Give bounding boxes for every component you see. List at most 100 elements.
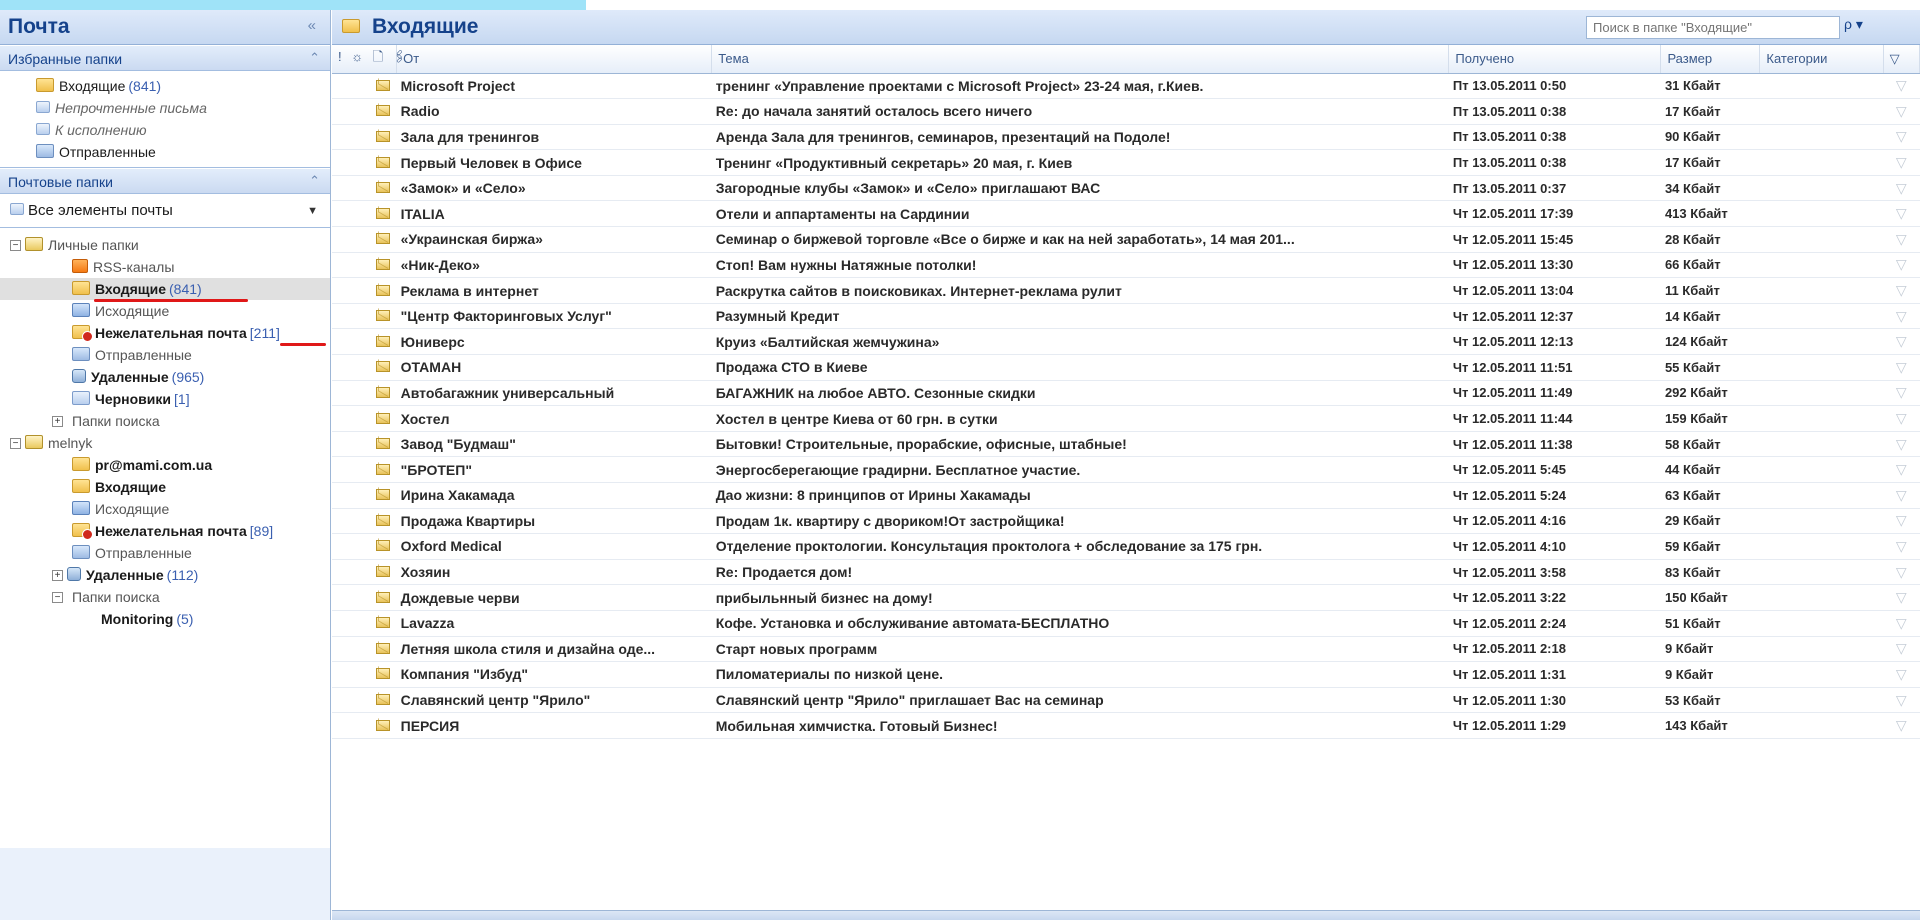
mail-folders-header[interactable]: Почтовые папки ⌃ <box>0 168 330 194</box>
collapse-icon[interactable]: − <box>52 591 63 603</box>
folder-tree-item[interactable]: Нежелательная почта [89] <box>0 520 330 542</box>
flag-icon[interactable]: ▽ <box>1883 200 1920 228</box>
message-row[interactable]: «Украинская биржа» Семинар о биржевой тор… <box>332 226 1920 253</box>
column-header-categories[interactable]: Категории <box>1759 45 1884 74</box>
message-row[interactable]: Первый Человек в Офисе Тренинг «Продуктив… <box>332 149 1920 176</box>
message-categories[interactable] <box>1759 405 1884 432</box>
flag-icon[interactable]: ▽ <box>1883 73 1920 100</box>
folder-tree-item[interactable]: RSS-каналы <box>0 256 330 278</box>
folder-tree-item[interactable]: Отправленные <box>0 344 330 366</box>
message-row[interactable]: Дождевые черви прибыльнный бизнес на дому… <box>332 584 1920 611</box>
folder-tree-item[interactable]: Входящие (841) <box>0 278 330 302</box>
message-row[interactable]: "БРОТЕП" Энергосберегающие градирни. Бесп… <box>332 456 1920 483</box>
message-row[interactable]: Oxford Medical Отделение проктологии. Кон… <box>332 533 1920 560</box>
message-row[interactable]: Radio Re: до начала занятий осталось всег… <box>332 98 1920 125</box>
message-categories[interactable] <box>1759 559 1884 586</box>
folder-tree-item[interactable]: Входящие <box>0 476 330 498</box>
favorite-item[interactable]: К исполнению <box>0 119 330 141</box>
folder-tree-item[interactable]: + Папки поиска <box>0 410 1508 439</box>
mail-folders-collapse-icon[interactable]: ⌃ <box>309 173 320 189</box>
favorite-item[interactable]: Непрочтенные письма <box>0 97 330 119</box>
message-row[interactable]: ПЕРСИЯ Мобильная химчистка. Готовый Бизне… <box>332 712 1920 739</box>
expand-icon[interactable]: + <box>52 415 63 427</box>
flag-icon[interactable]: ▽ <box>1883 610 1920 637</box>
favorites-collapse-icon[interactable]: ⌃ <box>309 50 320 66</box>
collapse-nav-button[interactable]: « <box>308 17 316 34</box>
reading-pane-divider[interactable] <box>332 910 1920 920</box>
message-row[interactable]: Реклама в интернет Раскрутка сайтов в пои… <box>332 277 1920 304</box>
message-categories[interactable] <box>1759 226 1884 253</box>
message-row[interactable]: Хостел Хостел в центре Киева от 60 грн. в… <box>332 405 1920 432</box>
collapse-icon[interactable]: − <box>10 239 21 251</box>
message-categories[interactable] <box>1759 175 1884 202</box>
message-row[interactable]: "Центр Факторинговых Услуг" Разумный Кред… <box>332 303 1920 330</box>
message-row[interactable]: ОТАМАН Продажа СТО в Киеве Чт 12.05.2011 1… <box>332 354 1920 381</box>
folder-tree-item[interactable]: − Личные папки <box>0 234 330 256</box>
search-button[interactable]: ρ ▾ <box>1844 16 1888 39</box>
column-header-from[interactable]: От <box>396 45 713 74</box>
folder-tree-item[interactable]: Нежелательная почта [211] <box>0 322 330 346</box>
folder-tree-item[interactable]: Отправленные <box>0 542 330 564</box>
flag-icon[interactable]: ▽ <box>1883 559 1920 586</box>
message-row[interactable]: Летняя школа стиля и дизайна оде... Старт… <box>332 636 1920 663</box>
flag-icon[interactable]: ▽ <box>1883 354 1920 381</box>
message-categories[interactable] <box>1759 610 1884 637</box>
message-row[interactable]: Автобагажник универсальный БАГАЖНИК на лю… <box>332 380 1920 407</box>
folder-tree-item[interactable]: Удаленные (965) <box>0 366 330 388</box>
flag-icon[interactable]: ▽ <box>1883 636 1920 663</box>
folder-tree-item[interactable]: − melnyk <box>0 432 330 454</box>
column-header-icons[interactable]: ! ☼ 🗋 🖇 <box>332 45 406 74</box>
message-row[interactable]: Компания "Избуд" Пиломатериалы по низкой … <box>332 661 1920 688</box>
flag-icon[interactable]: ▽ <box>1883 431 1920 458</box>
column-header-received[interactable]: Получено <box>1448 45 1662 74</box>
message-categories[interactable] <box>1759 636 1884 663</box>
message-categories[interactable] <box>1759 533 1884 560</box>
flag-icon[interactable]: ▽ <box>1883 584 1920 611</box>
flag-icon[interactable]: ▽ <box>1883 712 1920 739</box>
folder-tree-item[interactable]: Исходящие <box>0 300 330 322</box>
message-categories[interactable] <box>1759 687 1884 714</box>
flag-icon[interactable]: ▽ <box>1883 533 1920 560</box>
message-row[interactable]: Microsoft Project тренинг «Управление про… <box>332 73 1920 100</box>
flag-icon[interactable]: ▽ <box>1883 482 1920 509</box>
message-categories[interactable] <box>1759 277 1884 304</box>
flag-icon[interactable]: ▽ <box>1883 175 1920 202</box>
message-categories[interactable] <box>1759 431 1884 458</box>
folder-tree-item[interactable]: Черновики [1] <box>0 388 330 410</box>
message-categories[interactable] <box>1759 124 1884 151</box>
flag-icon[interactable]: ▽ <box>1883 508 1920 535</box>
flag-icon[interactable]: ▽ <box>1883 252 1920 279</box>
message-categories[interactable] <box>1759 252 1884 279</box>
message-categories[interactable] <box>1759 482 1884 509</box>
flag-icon[interactable]: ▽ <box>1883 405 1920 432</box>
message-row[interactable]: Зала для тренингов Аренда Зала для тренин… <box>332 124 1920 151</box>
flag-icon[interactable]: ▽ <box>1883 687 1920 714</box>
flag-icon[interactable]: ▽ <box>1883 124 1920 151</box>
message-categories[interactable] <box>1759 354 1884 381</box>
message-row[interactable]: «Ник-Деко» Стоп! Вам нужны Натяжные потол… <box>332 252 1920 279</box>
message-row[interactable]: Славянский центр "Ярило" Славянский центр… <box>332 687 1920 714</box>
message-categories[interactable] <box>1759 584 1884 611</box>
message-categories[interactable] <box>1759 98 1884 125</box>
folder-tree-item[interactable]: pr@mami.com.ua <box>0 454 330 476</box>
column-header-flag[interactable]: ▽ <box>1883 45 1920 74</box>
message-categories[interactable] <box>1759 149 1884 176</box>
folder-tree-item[interactable]: Исходящие <box>0 498 330 520</box>
message-row[interactable]: Lavazza Кофе. Установка и обслуживание ав… <box>332 610 1920 637</box>
message-categories[interactable] <box>1759 456 1884 483</box>
message-row[interactable]: Ирина Хакамада Дао жизни: 8 принципов от … <box>332 482 1920 509</box>
folder-tree-item[interactable]: Monitoring (5) <box>0 608 1508 637</box>
collapse-icon[interactable]: − <box>10 437 21 449</box>
message-row[interactable]: «Замок» и «Село» Загородные клубы «Замок»… <box>332 175 1920 202</box>
favorite-item[interactable]: Отправленные <box>0 141 330 163</box>
folder-tree-item[interactable]: − Папки поиска <box>0 586 1508 615</box>
folder-tree-item[interactable]: + Удаленные (112) <box>0 564 330 586</box>
all-mail-items-dropdown[interactable]: Все элементы почты ▼ <box>0 194 330 228</box>
message-categories[interactable] <box>1759 380 1884 407</box>
flag-icon[interactable]: ▽ <box>1883 303 1920 330</box>
flag-icon[interactable]: ▽ <box>1883 661 1920 688</box>
flag-icon[interactable]: ▽ <box>1883 328 1920 356</box>
message-categories[interactable] <box>1759 73 1884 100</box>
flag-icon[interactable]: ▽ <box>1883 380 1920 407</box>
flag-icon[interactable]: ▽ <box>1883 149 1920 176</box>
